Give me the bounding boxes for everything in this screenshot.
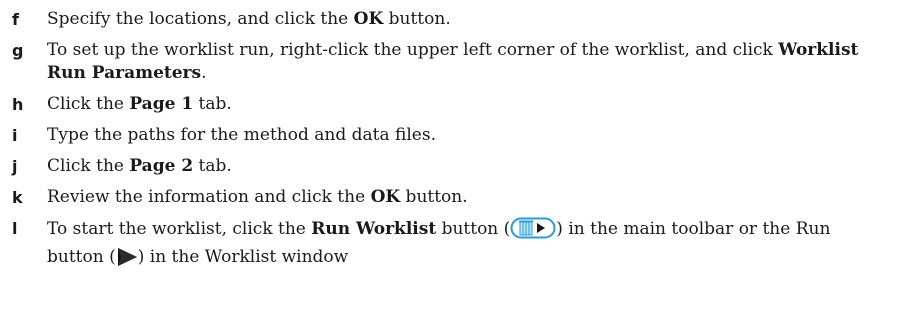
step-text: tab. <box>193 94 232 114</box>
step-l: l To start the worklist, click the Run W… <box>12 217 882 274</box>
run-worklist-term: Run Worklist <box>311 219 437 239</box>
step-letter: k <box>12 188 23 207</box>
ok-term: OK <box>370 187 401 207</box>
step-text: To set up the worklist run, right-click … <box>47 40 779 60</box>
step-text: button. <box>383 9 451 29</box>
step-letter: g <box>12 41 24 60</box>
step-i: i Type the paths for the method and data… <box>12 124 882 147</box>
step-letter: h <box>12 95 24 114</box>
step-text: Click the <box>47 156 130 176</box>
step-text: Review the information and click the <box>47 187 371 207</box>
step-letter: i <box>12 126 18 145</box>
step-h: h Click the Page 1 tab. <box>12 93 882 116</box>
procedure-steps: f Specify the locations, and click the O… <box>12 8 882 282</box>
page-2-term: Page 2 <box>129 156 194 176</box>
run-triangle-icon <box>116 247 138 274</box>
step-text: button ( <box>436 219 511 239</box>
page-1-term: Page 1 <box>129 94 194 114</box>
step-text: . <box>201 63 207 83</box>
step-text: ) in the Worklist window <box>137 247 349 267</box>
step-g: g To set up the worklist run, right-clic… <box>12 39 882 85</box>
step-k: k Review the information and click the O… <box>12 186 882 209</box>
step-letter: j <box>12 157 18 176</box>
step-j: j Click the Page 2 tab. <box>12 155 882 178</box>
step-f: f Specify the locations, and click the O… <box>12 8 882 31</box>
step-letter: l <box>12 219 18 238</box>
step-text: To start the worklist, click the <box>47 219 312 239</box>
ok-term: OK <box>353 9 384 29</box>
step-text: Type the paths for the method and data f… <box>47 125 436 145</box>
step-text: tab. <box>193 156 232 176</box>
step-text: button. <box>400 187 468 207</box>
run-worklist-icon <box>510 217 556 246</box>
step-text: Specify the locations, and click the <box>47 9 354 29</box>
step-text: Click the <box>47 94 130 114</box>
step-letter: f <box>12 10 19 29</box>
